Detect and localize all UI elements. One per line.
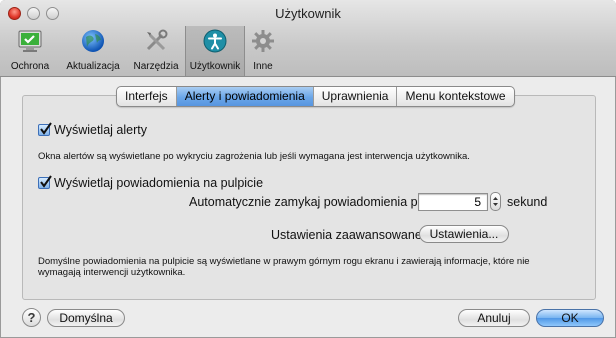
toolbar: Użytkownik Ochrona Aktualizacja Narzędzi… — [0, 0, 616, 77]
show-notifications-checkbox[interactable] — [38, 175, 52, 189]
ok-button[interactable]: OK — [536, 309, 604, 327]
toolbar-item-uzytkownik[interactable]: Użytkownik — [185, 26, 245, 76]
toolbar-item-label: Aktualizacja — [66, 61, 120, 72]
toolbar-item-label: Ochrona — [10, 61, 50, 72]
preferences-window: Użytkownik Ochrona Aktualizacja Narzędzi… — [0, 0, 616, 338]
show-alerts-label[interactable]: Wyświetlaj alerty — [54, 123, 147, 137]
help-button[interactable]: ? — [22, 308, 41, 327]
toolbar-item-aktualizacja[interactable]: Aktualizacja — [60, 26, 126, 73]
checkmark-icon — [40, 175, 52, 188]
cancel-button[interactable]: Anuluj — [458, 309, 530, 327]
autoclose-label: Automatycznie zamykaj powiadomienia po — [189, 195, 425, 209]
autoclose-unit: sekund — [507, 195, 548, 209]
tab-interfejs[interactable]: Interfejs — [117, 87, 176, 106]
autoclose-stepper[interactable] — [490, 192, 501, 211]
toolbar-item-narzedzia[interactable]: Narzędzia — [128, 26, 184, 73]
tab-alerty[interactable]: Alerty i powiadomienia — [175, 87, 313, 106]
toolbar-item-label: Narzędzia — [133, 61, 179, 72]
gear-icon — [250, 28, 276, 54]
toolbar-item-ochrona[interactable]: Ochrona — [3, 26, 57, 73]
monitor-check-icon — [17, 28, 43, 54]
tab-bar: Interfejs Alerty i powiadomienia Uprawni… — [116, 86, 515, 107]
autoclose-seconds-input[interactable]: 5 — [418, 193, 488, 211]
show-notifications-label[interactable]: Wyświetlaj powiadomienia na pulpicie — [54, 176, 263, 190]
notifications-description-line2: wymagają interwencji użytkownika. — [38, 267, 186, 278]
advanced-settings-button[interactable]: Ustawienia... — [419, 225, 509, 243]
tab-uprawnienia[interactable]: Uprawnienia — [312, 87, 397, 106]
show-alerts-checkbox[interactable] — [38, 122, 52, 136]
toolbar-item-label: Użytkownik — [189, 61, 241, 72]
default-button[interactable]: Domyślna — [47, 309, 125, 327]
stepper-arrows-icon — [493, 197, 498, 206]
notifications-description-line1: Domyślne powiadomienia na pulpicie są wy… — [38, 256, 530, 267]
alerts-description: Okna alertów są wyświetlane po wykryciu … — [38, 151, 470, 162]
user-icon — [202, 28, 228, 54]
globe-icon — [80, 28, 106, 54]
advanced-settings-label: Ustawienia zaawansowane: — [271, 228, 426, 242]
window-title: Użytkownik — [275, 6, 341, 21]
toolbar-item-label: Inne — [253, 61, 273, 72]
tab-menu-kontekstowe[interactable]: Menu kontekstowe — [396, 87, 513, 106]
checkmark-icon — [40, 122, 52, 135]
toolbar-item-inne[interactable]: Inne — [247, 26, 279, 73]
tools-icon — [143, 28, 169, 54]
